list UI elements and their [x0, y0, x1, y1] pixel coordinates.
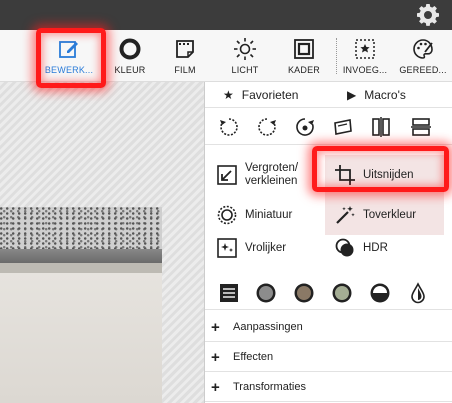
rotate-custom-icon[interactable] — [293, 116, 317, 138]
flip-vertical-icon[interactable] — [409, 116, 433, 138]
favorites-label: Favorieten — [241, 88, 299, 102]
rotate-right-icon[interactable] — [255, 116, 279, 138]
tab-label: KLEUR — [114, 65, 146, 75]
tab-label: GEREED... — [399, 65, 447, 75]
edit-panel: ★ Favorieten ▶ Macro's Vergroten/ verkle… — [204, 82, 452, 403]
resize-label-line1: Vergroten/ — [245, 162, 299, 174]
accordion-label: Transformaties — [233, 381, 306, 393]
flip-horizontal-icon[interactable] — [369, 116, 393, 138]
half-circle-icon[interactable] — [369, 282, 391, 304]
main-toolbar: BEWERK... KLEUR FILM LICHT KADER INVOEG.… — [0, 30, 452, 82]
palette-icon — [409, 35, 437, 63]
gear-icon[interactable] — [416, 3, 440, 27]
resize-tool[interactable]: Vergroten/ verkleinen — [215, 155, 325, 195]
tab-invoegen[interactable]: INVOEG... — [340, 30, 390, 82]
frame-icon — [290, 35, 318, 63]
title-bar — [0, 0, 452, 30]
crop-tool[interactable]: Uitsnijden — [325, 155, 444, 195]
tab-label: BEWERK... — [44, 65, 94, 75]
thumbnail-icon — [215, 203, 239, 227]
sun-icon — [231, 35, 259, 63]
quick-transform-row — [205, 109, 452, 145]
toolbar-divider — [336, 38, 337, 74]
hdr-label: HDR — [363, 241, 388, 254]
plus-icon: + — [211, 318, 220, 336]
favorites-button[interactable]: ★ Favorieten — [223, 88, 298, 102]
macros-button[interactable]: ▶ Macro's — [347, 88, 406, 102]
tab-kader[interactable]: KADER — [282, 30, 326, 82]
plus-icon: + — [211, 348, 220, 366]
lines-icon[interactable] — [218, 282, 240, 304]
play-icon: ▶ — [347, 88, 357, 102]
star-icon: ★ — [223, 88, 234, 102]
magic-color-label: Toverkleur — [363, 208, 417, 221]
sparkle-icon — [215, 236, 239, 260]
tab-kleur[interactable]: KLEUR — [110, 30, 150, 82]
tab-film[interactable]: FILM — [165, 30, 205, 82]
photo-image — [0, 207, 162, 403]
edit-icon — [55, 35, 83, 63]
accordion-effects[interactable]: + Effecten — [205, 343, 452, 372]
hdr-icon — [333, 236, 357, 260]
drop-icon[interactable] — [407, 282, 429, 304]
brighten-tool[interactable]: Vrolijker — [215, 228, 325, 268]
crop-label: Uitsnijden — [363, 168, 414, 181]
tab-label: KADER — [287, 65, 320, 75]
accordion-label: Aanpassingen — [233, 321, 303, 333]
crop-icon — [333, 163, 357, 187]
resize-icon — [215, 163, 239, 187]
insert-star-icon — [351, 35, 379, 63]
tab-licht[interactable]: LICHT — [225, 30, 265, 82]
image-canvas[interactable] — [0, 82, 204, 403]
gray-circle-icon[interactable] — [255, 282, 277, 304]
macros-label: Macro's — [364, 88, 406, 102]
tab-label: LICHT — [231, 65, 259, 75]
green-circle-icon[interactable] — [331, 282, 353, 304]
rotate-left-icon[interactable] — [217, 116, 241, 138]
tab-bewerken[interactable]: BEWERK... — [40, 30, 98, 82]
color-presets-row — [205, 276, 452, 310]
tab-label: FILM — [174, 65, 196, 75]
brown-circle-icon[interactable] — [293, 282, 315, 304]
tab-label: INVOEG... — [342, 65, 388, 75]
plus-icon: + — [211, 378, 220, 396]
accordion-transformations[interactable]: + Transformaties — [205, 373, 452, 402]
straighten-icon[interactable] — [331, 116, 355, 138]
brighten-label: Vrolijker — [245, 241, 287, 254]
hdr-tool[interactable]: HDR — [325, 228, 444, 268]
favorites-row: ★ Favorieten ▶ Macro's — [205, 82, 452, 108]
resize-label-line2: verkleinen — [245, 175, 298, 187]
thumbnail-label: Miniatuur — [245, 208, 293, 221]
color-ring-icon — [116, 35, 144, 63]
magic-wand-icon — [333, 203, 357, 227]
accordion-label: Effecten — [233, 351, 274, 363]
accordion-adjustments[interactable]: + Aanpassingen — [205, 313, 452, 342]
film-icon — [171, 35, 199, 63]
tab-gereedschap[interactable]: GEREED... — [396, 30, 450, 82]
